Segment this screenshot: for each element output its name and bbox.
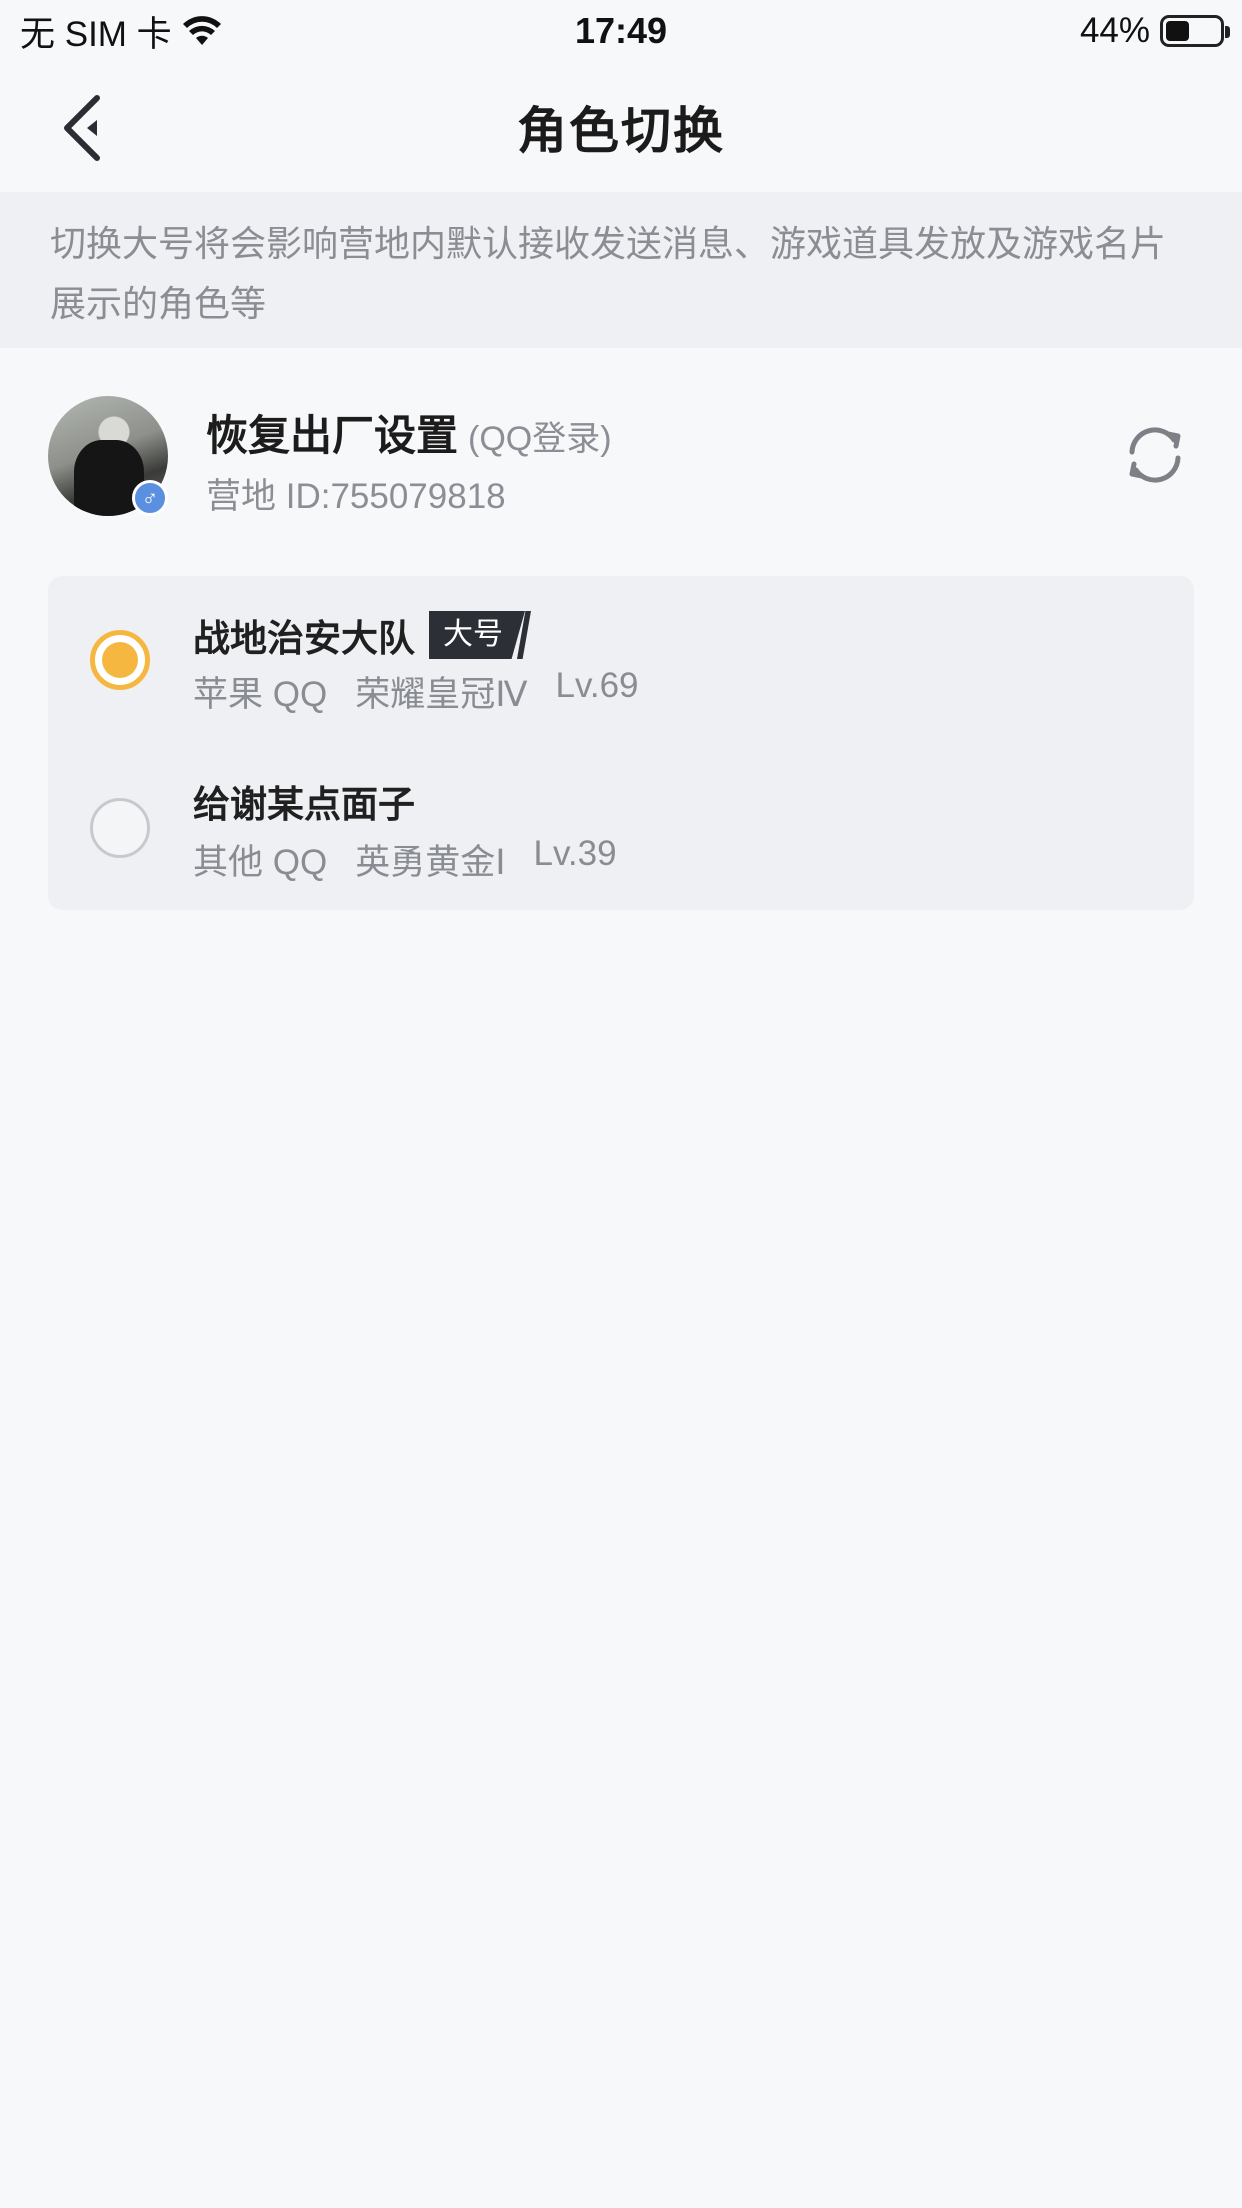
camp-id: 营地 ID:755079818: [206, 477, 506, 516]
role-level: Lv.39: [533, 834, 617, 873]
battery-icon: [1160, 15, 1230, 47]
main-tag-label: 大号: [429, 611, 525, 659]
role-name-line: 战地治安大队 大号: [193, 608, 531, 662]
radio-selected-icon[interactable]: [90, 630, 150, 690]
role-platform: 其他 QQ: [193, 843, 328, 882]
status-bar: 无 SIM 卡 17:49 44%: [0, 0, 1242, 62]
role-rank: 英勇黄金Ⅰ: [355, 843, 506, 882]
role-meta: 其他 QQ 英勇黄金Ⅰ Lv.39: [193, 834, 617, 885]
switch-account-button[interactable]: [1122, 422, 1188, 488]
status-left: 无 SIM 卡: [20, 6, 222, 57]
role-switch-page: 无 SIM 卡 17:49 44% 角色切换 切换大号将会影响营地内默认接收发送…: [0, 0, 1242, 2208]
nav-bar: 角色切换: [0, 62, 1242, 192]
page-title: 角色切换: [517, 103, 725, 159]
role-name: 给谢某点面子: [193, 784, 415, 825]
refresh-icon: [1129, 427, 1181, 483]
notice-banner: 切换大号将会影响营地内默认接收发送消息、游戏道具发放及游戏名片展示的角色等: [0, 192, 1242, 348]
battery-percent: 44%: [1079, 11, 1150, 50]
male-gender-icon: ♂: [132, 480, 168, 516]
role-item-2[interactable]: 给谢某点面子 其他 QQ 英勇黄金Ⅰ Lv.39: [48, 744, 1194, 904]
login-type: (QQ登录): [468, 420, 612, 458]
role-name-line: 给谢某点面子: [193, 774, 415, 828]
role-meta: 苹果 QQ 荣耀皇冠Ⅳ Lv.69: [193, 666, 639, 717]
role-item-1[interactable]: 战地治安大队 大号 苹果 QQ 荣耀皇冠Ⅳ Lv.69: [48, 576, 1194, 736]
role-name: 战地治安大队: [193, 618, 415, 659]
carrier-label: 无 SIM 卡: [20, 14, 172, 54]
main-account-tag: 大号: [429, 611, 531, 659]
chevron-left-icon: [64, 95, 100, 161]
back-button[interactable]: [46, 90, 116, 166]
role-platform: 苹果 QQ: [193, 675, 328, 714]
radio-unselected-icon[interactable]: [90, 798, 150, 858]
account-name: 恢复出厂设置: [206, 412, 459, 459]
status-right: 44%: [1079, 11, 1230, 51]
notice-text: 切换大号将会影响营地内默认接收发送消息、游戏道具发放及游戏名片展示的角色等: [50, 223, 1167, 324]
role-list: 战地治安大队 大号 苹果 QQ 荣耀皇冠Ⅳ Lv.69 给谢某点面子 其他 QQ…: [48, 576, 1194, 910]
account-name-line: 恢复出厂设置 (QQ登录): [206, 402, 612, 463]
role-rank: 荣耀皇冠Ⅳ: [355, 675, 528, 714]
role-level: Lv.69: [555, 666, 639, 705]
wifi-icon: [182, 16, 221, 45]
account-card: ♂ 恢复出厂设置 (QQ登录) 营地 ID:755079818: [0, 380, 1242, 530]
